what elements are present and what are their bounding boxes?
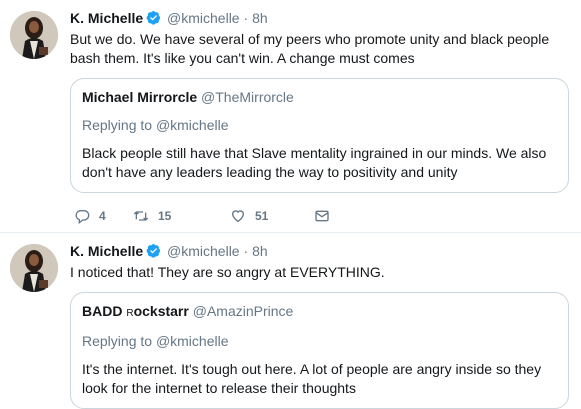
timestamp[interactable]: 8h (252, 10, 268, 26)
timestamp[interactable]: 8h (252, 243, 268, 259)
quoted-author-handle: @TheMirrorcle (201, 89, 294, 105)
tweet-text: But we do. We have several of my peers w… (70, 31, 550, 66)
avatar-image (10, 11, 58, 59)
quoted-author-name-prefix: BADD (82, 303, 127, 319)
retweet-icon (133, 211, 149, 221)
avatar-image (10, 244, 58, 292)
quoted-tweet-header: Michael Mirrorcle @TheMirrorcle (82, 88, 557, 107)
retweet-button[interactable]: 15 (133, 206, 171, 226)
reply-button[interactable]: 4 (74, 206, 106, 226)
heart-icon (231, 210, 245, 223)
direct-message-button[interactable] (314, 206, 330, 226)
replying-to: Replying to @kmichelle (82, 332, 557, 351)
quoted-tweet-header: BADD Rockstarr @AmazinPrince (82, 302, 557, 323)
tweet[interactable]: K. Michelle @kmichelle · 8h But we do. W… (0, 0, 581, 233)
replying-to-mention: @kmichelle (155, 333, 229, 349)
quoted-author-name: BADD Rockstarr (82, 303, 189, 319)
author-handle[interactable]: @kmichelle (167, 10, 240, 26)
separator-dot: · (243, 10, 249, 26)
quoted-tweet[interactable]: BADD Rockstarr @AmazinPrince Replying to… (70, 292, 569, 409)
avatar[interactable] (10, 11, 58, 59)
avatar[interactable] (10, 244, 58, 292)
quoted-tweet-text: It's the internet. It's tough out here. … (82, 361, 542, 396)
quoted-author-name-small: R (126, 308, 134, 319)
author-name[interactable]: K. Michelle (70, 10, 143, 26)
retweet-count: 15 (158, 209, 172, 223)
author-name[interactable]: K. Michelle (70, 243, 143, 259)
author-handle[interactable]: @kmichelle (167, 243, 240, 259)
tweet-header: K. Michelle @kmichelle · 8h (70, 242, 569, 261)
quoted-tweet[interactable]: Michael Mirrorcle @TheMirrorcle Replying… (70, 78, 569, 193)
quoted-author-handle: @AmazinPrince (192, 303, 294, 319)
replying-to-mention: @kmichelle (155, 117, 229, 133)
replying-to: Replying to @kmichelle (82, 116, 557, 135)
tweet-actions: 4 15 51 (70, 206, 370, 226)
envelope-icon (315, 210, 329, 222)
tweet[interactable]: K. Michelle @kmichelle · 8h I noticed th… (0, 233, 581, 409)
quoted-author-name-suffix: ockstarr (133, 303, 189, 319)
quoted-tweet-text: Black people still have that Slave menta… (82, 145, 547, 180)
tweet-header: K. Michelle @kmichelle · 8h (70, 9, 569, 28)
verified-badge-icon (146, 11, 161, 25)
reply-count: 4 (99, 209, 106, 223)
tweet-text: I noticed that! They are so angry at EVE… (70, 264, 385, 280)
separator-dot: · (243, 243, 249, 259)
like-count: 51 (255, 209, 269, 223)
quoted-author-name: Michael Mirrorcle (82, 89, 198, 105)
timeline: K. Michelle @kmichelle · 8h But we do. W… (0, 0, 581, 409)
reply-icon (75, 210, 90, 224)
replying-to-label: Replying to (82, 333, 153, 349)
verified-badge-icon (146, 244, 161, 258)
replying-to-label: Replying to (82, 117, 153, 133)
like-button[interactable]: 51 (230, 206, 268, 226)
